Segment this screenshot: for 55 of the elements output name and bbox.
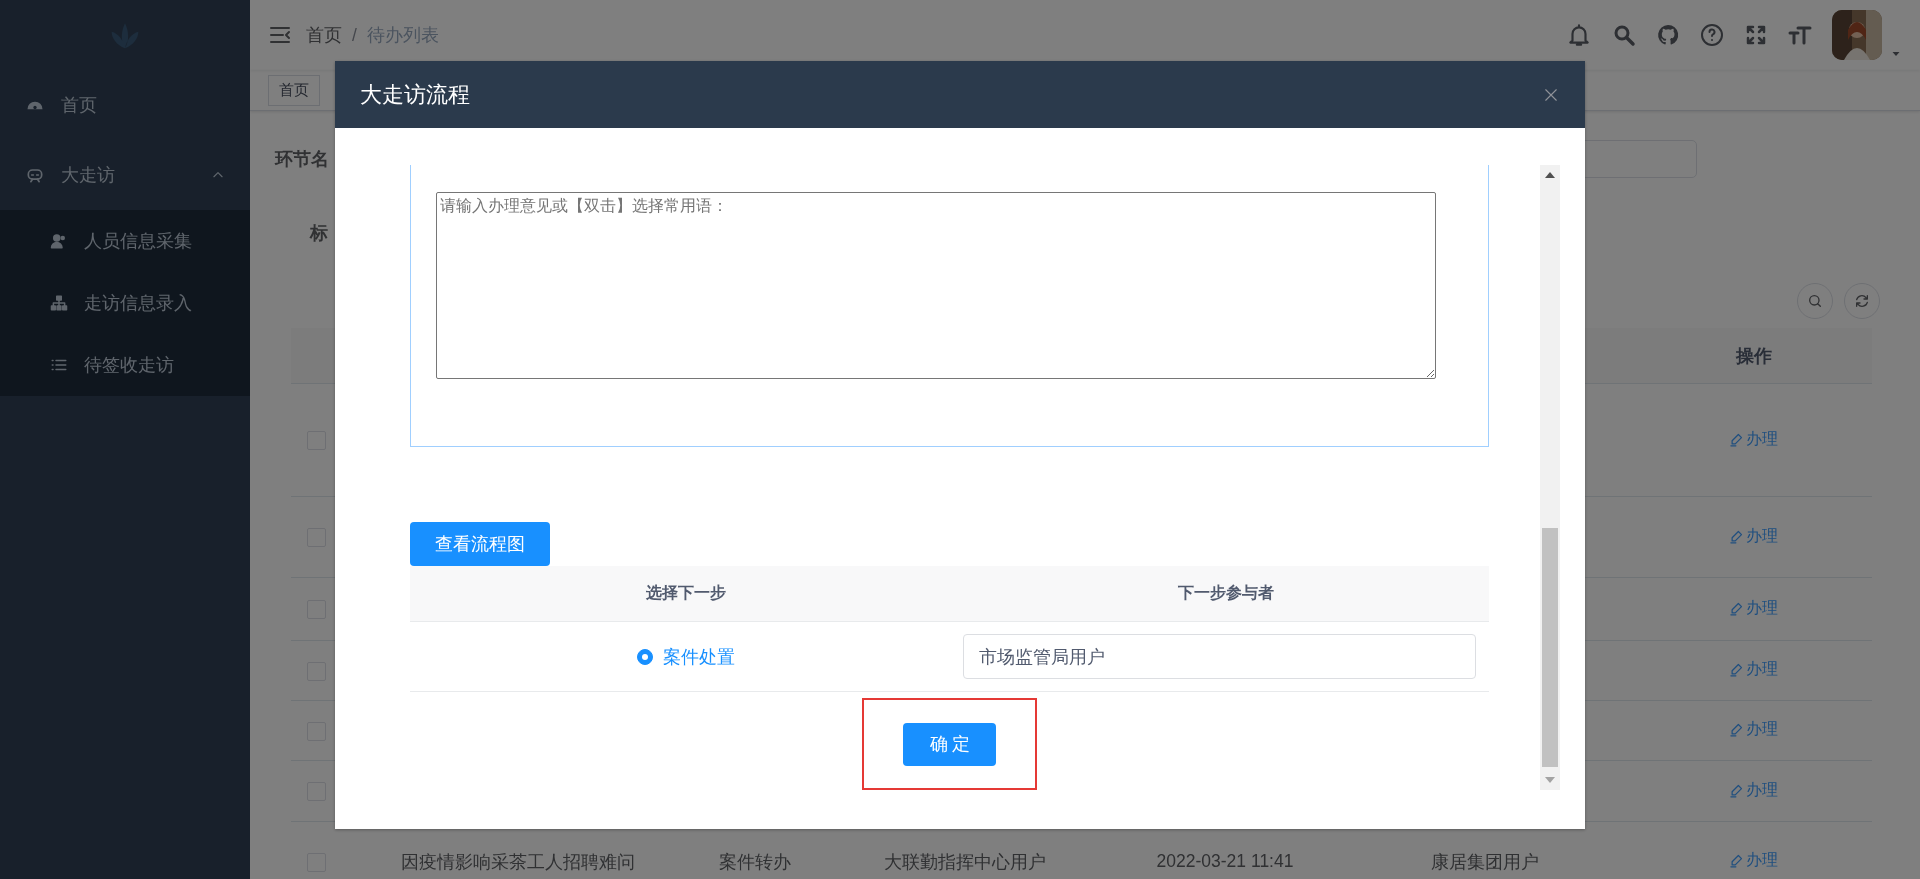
- confirm-button[interactable]: 确定: [903, 722, 996, 766]
- breadcrumb-link[interactable]: 首页: [306, 23, 342, 47]
- filter-label: 标: [310, 222, 328, 245]
- search-icon[interactable]: [1612, 23, 1636, 47]
- scroll-down-icon[interactable]: [1545, 777, 1555, 783]
- search-icon: [1807, 293, 1823, 309]
- breadcrumb-separator: /: [352, 24, 357, 46]
- column-header: 下一步参与者: [1177, 583, 1274, 603]
- submenu-item[interactable]: 待签收走访: [0, 334, 250, 396]
- radio-option[interactable]: 案件处置: [637, 644, 735, 669]
- hierarchy-icon: [50, 294, 68, 312]
- column-header: 选择下一步: [646, 583, 726, 603]
- handle-link[interactable]: 办理: [1729, 659, 1778, 680]
- help-icon[interactable]: [1700, 23, 1724, 47]
- table-cell: 大联勤指挥中心用户: [884, 851, 1046, 872]
- submenu-item[interactable]: 人员信息采集: [0, 210, 250, 272]
- table-cell: 因疫情影响采茶工人招聘难问: [401, 851, 635, 872]
- search-button[interactable]: [1797, 283, 1833, 319]
- scroll-up-icon[interactable]: [1545, 172, 1555, 178]
- handle-link[interactable]: 办理: [1729, 850, 1778, 871]
- participant-field[interactable]: 市场监管局用户: [963, 634, 1476, 679]
- pencil-icon: [1729, 722, 1744, 737]
- github-icon[interactable]: [1656, 23, 1680, 47]
- bell-icon[interactable]: [1566, 22, 1592, 48]
- pencil-icon: [1729, 431, 1744, 447]
- table-cell: 康居集团用户: [1431, 851, 1539, 872]
- handle-link[interactable]: 办理: [1729, 779, 1778, 801]
- filter-label: 环节名: [275, 148, 329, 171]
- menu-item[interactable]: 首页: [0, 70, 250, 140]
- radio-label: 案件处置: [663, 645, 735, 669]
- opinion-field[interactable]: 请输入办理意见或【双击】选择常用语：: [436, 192, 1436, 379]
- handle-link[interactable]: 办理: [1729, 428, 1778, 450]
- pencil-icon: [1729, 782, 1744, 798]
- fullscreen-icon[interactable]: [1744, 23, 1768, 47]
- modal-title: 大走访流程: [360, 80, 470, 109]
- menu-group[interactable]: 大走访: [0, 140, 250, 210]
- handle-link[interactable]: 办理: [1729, 525, 1778, 547]
- pencil-icon: [1729, 528, 1744, 544]
- flow-chart-button[interactable]: 查看流程图: [410, 521, 550, 566]
- pencil-icon: [1729, 853, 1744, 868]
- tag[interactable]: 首页: [268, 74, 320, 106]
- table-cell: 2022-03-21 11:41: [1156, 851, 1294, 871]
- pencil-icon: [1729, 662, 1744, 677]
- table-cell: 案件转办: [719, 851, 791, 872]
- scrollbar[interactable]: [1540, 165, 1560, 790]
- refresh-icon: [1854, 293, 1870, 309]
- submenu-item[interactable]: 走访信息录入: [0, 272, 250, 334]
- pencil-icon: [1729, 600, 1744, 616]
- radio-button[interactable]: [637, 648, 653, 665]
- people-icon: [50, 232, 68, 250]
- column-header: 操作: [1735, 345, 1772, 366]
- scrollbar-thumb[interactable]: [1542, 528, 1558, 767]
- handle-link[interactable]: 办理: [1729, 597, 1778, 619]
- handle-link[interactable]: 办理: [1729, 719, 1778, 740]
- refresh-button[interactable]: [1844, 283, 1880, 319]
